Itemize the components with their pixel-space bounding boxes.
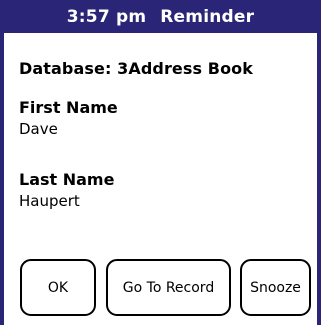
last-name-label: Last Name xyxy=(19,170,115,189)
snooze-button[interactable]: Snooze xyxy=(240,259,311,316)
dialog-titlebar: 3:57 pm Reminder xyxy=(0,0,321,33)
go-to-record-button[interactable]: Go To Record xyxy=(106,259,231,316)
dialog-frame-right xyxy=(317,0,321,325)
ok-button[interactable]: OK xyxy=(20,259,96,316)
reminder-time: 3:57 pm xyxy=(66,6,147,27)
last-name-value: Haupert xyxy=(19,192,80,210)
database-label: Database: 3Address Book xyxy=(19,59,254,78)
reminder-dialog: 3:57 pm Reminder Database: 3Address Book… xyxy=(0,0,321,325)
first-name-value: Dave xyxy=(19,120,58,138)
dialog-title: Reminder xyxy=(160,6,255,27)
dialog-frame-left xyxy=(0,0,4,325)
first-name-label: First Name xyxy=(19,98,118,117)
